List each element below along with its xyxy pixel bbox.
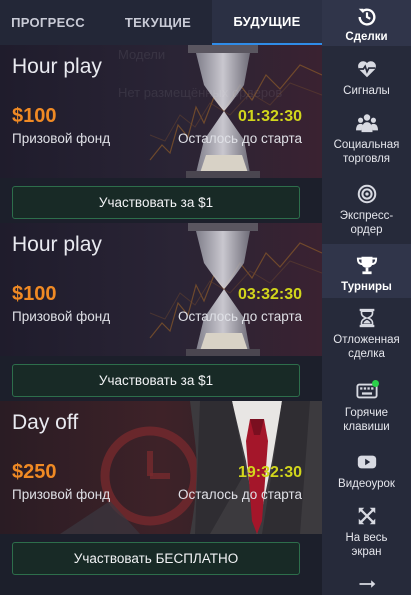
right-sidebar: Сделки Сигналы Социальная торговля Экспр… [322,0,411,595]
sidebar-item-label: Турниры [341,281,392,293]
heartbeat-icon [357,61,376,78]
target-icon [357,184,376,204]
sidebar-item-trades[interactable]: Сделки [322,0,411,46]
sidebar-item-video-tutorial[interactable]: Видеоурок [322,451,411,491]
tournament-banner: Hour play $100 Призовой фонд 01:32:30 Ос… [0,45,322,178]
join-button[interactable]: Участвовать БЕСПЛАТНО [12,542,300,575]
expand-icon [358,507,375,525]
countdown-label: Осталось до старта [177,131,302,146]
join-button[interactable]: Участвовать за $1 [12,186,300,219]
tournament-card: Day off $250 Призовой фонд 19:32:30 Оста… [0,401,322,579]
sidebar-item-pending-trade[interactable]: Отложенная сделка [322,307,411,361]
tournament-title: Hour play [12,233,102,256]
background-text: Нет размещённых ордеров [118,85,283,100]
sidebar-item-label: Видеоурок [338,478,395,490]
tournaments-panel: ПРОГРЕСС ТЕКУЩИЕ БУДУЩИЕ Hour play $100 … [0,0,322,595]
arrow-right-icon [359,580,375,588]
sidebar-item-hotkeys[interactable]: Горячие клавиши [322,380,411,434]
tab-current[interactable]: ТЕКУЩИЕ [104,0,212,45]
sidebar-item-express-order[interactable]: Экспресс-ордер [322,183,411,237]
prize-label: Призовой фонд [12,309,111,324]
countdown-label: Осталось до старта [177,309,302,324]
sidebar-item-label: Отложенная сделка [333,334,400,360]
history-icon [357,8,375,26]
tab-progress[interactable]: ПРОГРЕСС [0,0,104,45]
sidebar-item-social-trading[interactable]: Социальная торговля [322,112,411,166]
sidebar-item-label: Социальная торговля [333,139,400,165]
sidebar-item-label: Горячие клавиши [343,407,390,433]
prize-label: Призовой фонд [12,131,111,146]
tab-upcoming[interactable]: БУДУЩИЕ [212,0,322,45]
sidebar-item-more[interactable] [322,574,411,595]
users-icon [355,114,378,133]
countdown-timer: 03:32:30 [237,286,302,303]
tournament-title: Day off [12,411,79,434]
background-text: Модели [118,47,166,62]
sidebar-item-signals[interactable]: Сигналы [322,58,411,98]
sidebar-item-tournaments[interactable]: Турниры [322,244,411,298]
youtube-icon [357,455,376,469]
join-button[interactable]: Участвовать за $1 [12,364,300,397]
hourglass-icon [359,308,374,328]
countdown-label: Осталось до старта [177,487,302,502]
sidebar-item-label: Экспресс-ордер [339,210,394,236]
prize-amount: $250 [12,461,57,483]
prize-amount: $100 [12,283,57,305]
sidebar-item-fullscreen[interactable]: На весь экран [322,505,411,559]
trophy-icon [356,256,377,275]
tournament-banner: Hour play $100 Призовой фонд 03:32:30 Ос… [0,223,322,356]
sidebar-item-label: На весь экран [345,532,388,558]
tournament-banner: Day off $250 Призовой фонд 19:32:30 Оста… [0,401,322,534]
prize-amount: $100 [12,105,57,127]
sidebar-item-label: Сделки [345,31,388,43]
sidebar-item-label: Сигналы [343,85,390,97]
prize-label: Призовой фонд [12,487,111,502]
tournament-title: Hour play [12,55,102,78]
notification-dot [372,380,379,387]
tournament-card: Hour play $100 Призовой фонд 01:32:30 Ос… [0,45,322,223]
countdown-timer: 01:32:30 [237,108,302,125]
tournament-card: Hour play $100 Призовой фонд 03:32:30 Ос… [0,223,322,401]
tournament-tabs: ПРОГРЕСС ТЕКУЩИЕ БУДУЩИЕ [0,0,322,45]
countdown-timer: 19:32:30 [237,464,302,481]
